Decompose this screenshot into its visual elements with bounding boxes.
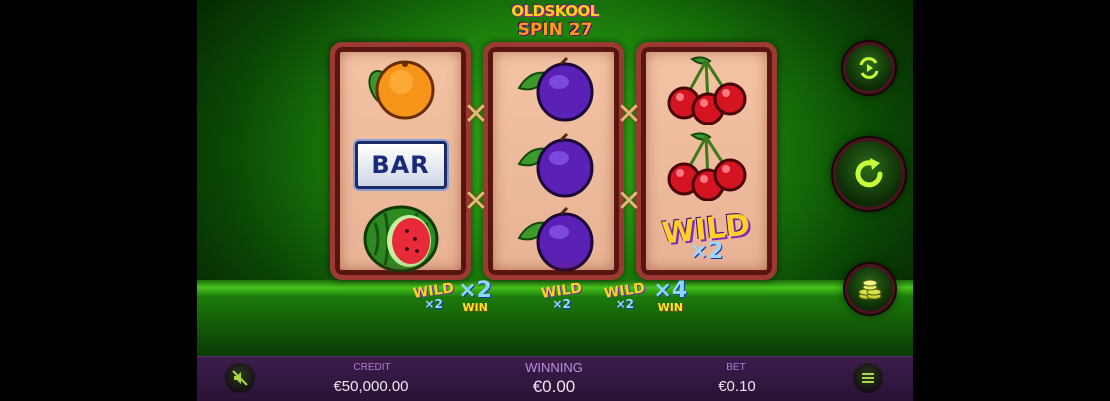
cross-icon: ✕ <box>463 183 489 219</box>
symbol-plum <box>488 127 619 203</box>
bottom-bar: CREDIT €50,000.00 WINNING €0.00 BET €0.1… <box>197 356 913 401</box>
bet-button[interactable] <box>845 264 895 314</box>
cherries-icon <box>667 56 746 125</box>
winning-label: WINNING <box>525 360 583 375</box>
symbol-plum <box>488 201 619 277</box>
plum-icon <box>517 56 593 122</box>
menu-icon <box>862 373 874 383</box>
menu-button[interactable] <box>853 363 883 393</box>
bonus-wild-badge: WILD ×2 <box>412 279 456 310</box>
cross-icon: ✕ <box>463 96 489 132</box>
cross-icon: ✕ <box>616 183 642 219</box>
spin-button[interactable] <box>833 138 905 210</box>
plum-icon <box>517 132 593 198</box>
bonus-multiplier-value: ×2 <box>458 278 492 303</box>
logo-line-2: SPIN 27 <box>517 20 593 40</box>
plum-icon <box>517 206 593 272</box>
bonus-wild-badge: WILD ×2 <box>540 279 584 310</box>
wild-multiplier: ×2 <box>689 239 724 264</box>
orange-icon <box>367 60 434 120</box>
symbol-watermelon <box>335 201 466 277</box>
symbol-bar: BAR <box>335 127 466 203</box>
autoplay-button[interactable] <box>843 42 895 94</box>
bet-label: BET <box>726 362 746 373</box>
cherries-icon <box>667 132 746 201</box>
reel-2 <box>483 42 624 280</box>
coins-icon <box>858 279 882 300</box>
winning-value: €0.00 <box>532 377 576 396</box>
game-logo: OLDSKOOL SPIN 27 <box>507 2 603 44</box>
wild-symbol: WILD ×2 <box>661 207 752 264</box>
wild-text: WILD <box>660 207 753 252</box>
bet-value: €0.10 <box>718 378 756 395</box>
bonus-wild-text: WILD <box>540 279 584 302</box>
spin-icon <box>855 158 883 188</box>
credit-label: CREDIT <box>353 362 391 373</box>
bonus-multiplier: ×2 WIN <box>458 278 492 314</box>
cross-icon: ✕ <box>616 96 642 132</box>
reel-1: BAR <box>330 42 471 280</box>
reel-3: WILD ×2 <box>636 42 777 280</box>
bonus-multiplier: ×4 WIN <box>653 278 688 314</box>
bonus-wild-text: WILD <box>412 279 456 302</box>
bonus-multiplier-value: ×4 <box>653 278 688 303</box>
bar-text: BAR <box>354 141 447 189</box>
bonus-wild-x2: WILD ×2 ×2 WIN <box>412 278 492 314</box>
credit-value: €50,000.00 <box>333 378 409 395</box>
sound-button[interactable] <box>225 363 255 393</box>
bonus-wild-wild-x4: WILD ×2 WILD ×2 ×4 WIN <box>540 278 688 314</box>
bonus-wild-text: WILD <box>603 279 647 302</box>
bonus-win-label: WIN <box>462 301 488 314</box>
symbol-cherries <box>641 51 772 127</box>
autoplay-icon <box>859 57 879 79</box>
symbol-cherries <box>641 127 772 203</box>
symbol-wild: WILD ×2 <box>641 201 772 277</box>
sound-muted-icon <box>232 370 248 386</box>
logo-line-1: OLDSKOOL <box>511 2 599 20</box>
bonus-win-label: WIN <box>657 301 683 314</box>
watermelon-icon <box>363 205 438 273</box>
symbol-orange <box>335 51 466 127</box>
bonus-wild-badge: WILD ×2 <box>603 279 647 310</box>
symbol-plum <box>488 51 619 127</box>
slot-game-area: OLDSKOOL SPIN 27 BAR WILD ×2 ✕ ✕ ✕ ✕ WIL… <box>197 0 913 400</box>
